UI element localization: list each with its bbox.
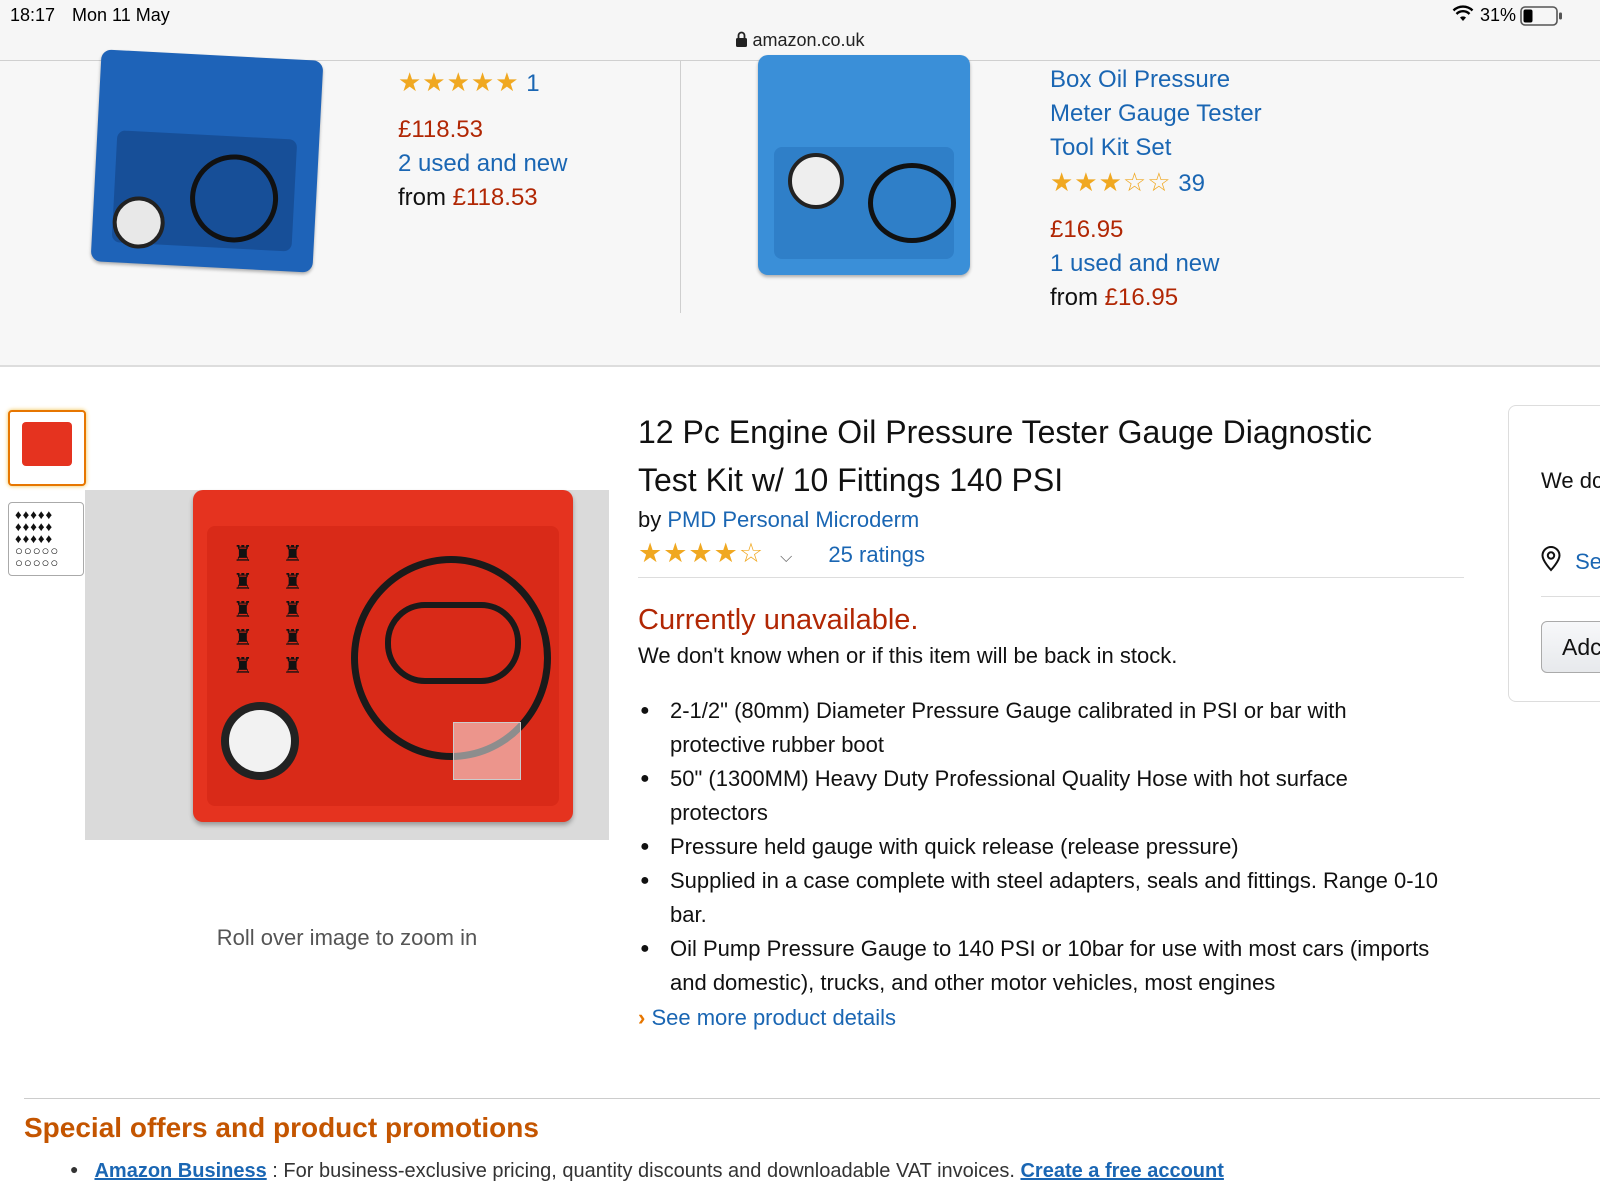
thumbnail-1[interactable] — [8, 410, 86, 486]
bullet-icon: ● — [70, 1161, 79, 1177]
star-rating-icon: ★★★★★ — [398, 67, 520, 97]
from-price-line: from £16.95 — [1050, 281, 1262, 315]
rating-count[interactable]: 1 — [526, 70, 539, 97]
feature-bullet: 50" (1300MM) Heavy Duty Professional Qua… — [638, 762, 1438, 830]
product-title-line[interactable]: Meter Gauge Tester — [1050, 97, 1262, 131]
deliver-location[interactable]: Se — [1541, 545, 1600, 578]
rating-count[interactable]: 39 — [1178, 170, 1205, 197]
divider — [1541, 596, 1600, 597]
status-bar: 18:17 Mon 11 May 31% amazon.co.uk — [0, 0, 1600, 60]
location-pin-icon — [1541, 545, 1561, 578]
fittings-icon: ♜♜ ♜♜ ♜♜ ♜♜ ♜♜ — [233, 541, 333, 678]
price: £118.53 — [398, 116, 483, 143]
from-price: £118.53 — [452, 184, 538, 211]
wifi-icon — [1452, 5, 1474, 28]
see-more-link[interactable]: › See more product details — [638, 1000, 1478, 1036]
location-link[interactable]: Se — [1575, 549, 1600, 574]
offer-item: ● Amazon Business : For business-exclusiv… — [70, 1160, 1224, 1183]
feature-bullets: 2-1/2" (80mm) Diameter Pressure Gauge ca… — [638, 694, 1438, 1000]
battery-icon — [1520, 6, 1564, 31]
carousel-item-left[interactable]: ★★★★★ 1 £118.53 2 used and new from £118… — [398, 65, 567, 215]
availability-status: Currently unavailable. — [638, 604, 919, 636]
buybox-text: We dc — [1541, 468, 1600, 493]
see-more-text[interactable]: See more product details — [651, 1005, 896, 1030]
status-date: Mon 11 May — [72, 5, 170, 25]
carousel-item-image-left[interactable] — [90, 49, 324, 273]
star-rating-icon[interactable]: ★★★★☆ — [638, 536, 764, 570]
product-title-line: Test Kit w/ 10 Fittings 140 PSI — [638, 462, 1064, 498]
product-info: 12 Pc Engine Oil Pressure Tester Gauge D… — [638, 408, 1478, 1036]
section-divider — [24, 1098, 1600, 1099]
feature-bullet: 2-1/2" (80mm) Diameter Pressure Gauge ca… — [638, 694, 1438, 762]
related-products-carousel: ★★★★★ 1 £118.53 2 used and new from £118… — [0, 49, 1600, 367]
from-price-line: from £118.53 — [398, 181, 567, 215]
offers-title: Special offers and product promotions — [24, 1112, 539, 1143]
create-account-link[interactable]: Create a free account — [1020, 1160, 1223, 1182]
battery-percent: 31% — [1480, 5, 1517, 25]
price: £16.95 — [1050, 216, 1124, 243]
fittings-icon: ♦♦♦♦♦ ♦♦♦♦♦ ♦♦♦♦♦ ○○○○○ ○○○○○ — [15, 507, 60, 570]
url-text: amazon.co.uk — [752, 30, 865, 50]
amazon-business-link[interactable]: Amazon Business — [94, 1160, 266, 1182]
product-title-line[interactable]: Box Oil Pressure — [1050, 63, 1262, 97]
chevron-down-icon[interactable]: ⌵ — [780, 549, 792, 566]
by-label: by — [638, 507, 662, 532]
main-product-image[interactable]: ♜♜ ♜♜ ♜♜ ♜♜ ♜♜ — [85, 490, 609, 840]
availability-note: We don't know when or if this item will … — [638, 643, 1178, 668]
feature-bullet: Pressure held gauge with quick release (… — [638, 830, 1438, 864]
brand-link[interactable]: PMD Personal Microderm — [667, 507, 919, 532]
add-button-label: Adc — [1562, 634, 1600, 660]
carousel-item-right[interactable]: Box Oil Pressure Meter Gauge Tester Tool… — [1050, 63, 1262, 315]
feature-bullet: Oil Pump Pressure Gauge to 140 PSI or 10… — [638, 932, 1438, 1000]
buy-box: We dc Se Adc — [1508, 405, 1600, 702]
rating-stars: ★★★☆☆ 39 — [1050, 165, 1262, 201]
offer-description: : For business-exclusive pricing, quanti… — [266, 1160, 1021, 1182]
used-new-link[interactable]: 1 used and new — [1050, 247, 1262, 281]
ratings-link[interactable]: 25 ratings — [828, 542, 925, 567]
zoom-hint: Roll over image to zoom in — [216, 925, 478, 950]
lock-icon — [735, 31, 748, 53]
thumbnail-2[interactable]: ♦♦♦♦♦ ♦♦♦♦♦ ♦♦♦♦♦ ○○○○○ ○○○○○ — [8, 502, 84, 576]
rating-row: ★★★★☆ ⌵ 25 ratings — [638, 536, 1464, 578]
from-label: from — [398, 184, 446, 211]
star-rating-icon: ★★★☆☆ — [1050, 167, 1172, 197]
carousel-item-image-right[interactable] — [758, 55, 970, 275]
product-title-line[interactable]: Tool Kit Set — [1050, 131, 1262, 165]
from-label: from — [1050, 284, 1098, 311]
carousel-divider — [680, 61, 681, 313]
chevron-right-icon: › — [638, 1005, 646, 1030]
add-to-list-button[interactable]: Adc — [1541, 621, 1600, 673]
from-price: £16.95 — [1104, 284, 1179, 311]
byline: by PMD Personal Microderm — [638, 504, 1478, 536]
feature-bullet: Supplied in a case complete with steel a… — [638, 864, 1438, 932]
used-new-link[interactable]: 2 used and new — [398, 147, 567, 181]
status-time: 18:17 — [10, 5, 56, 25]
product-title: 12 Pc Engine Oil Pressure Tester Gauge D… — [638, 408, 1478, 504]
rating-stars: ★★★★★ 1 — [398, 65, 567, 101]
address-bar[interactable]: amazon.co.uk — [0, 30, 1600, 53]
product-title-line: 12 Pc Engine Oil Pressure Tester Gauge D… — [638, 414, 1373, 450]
